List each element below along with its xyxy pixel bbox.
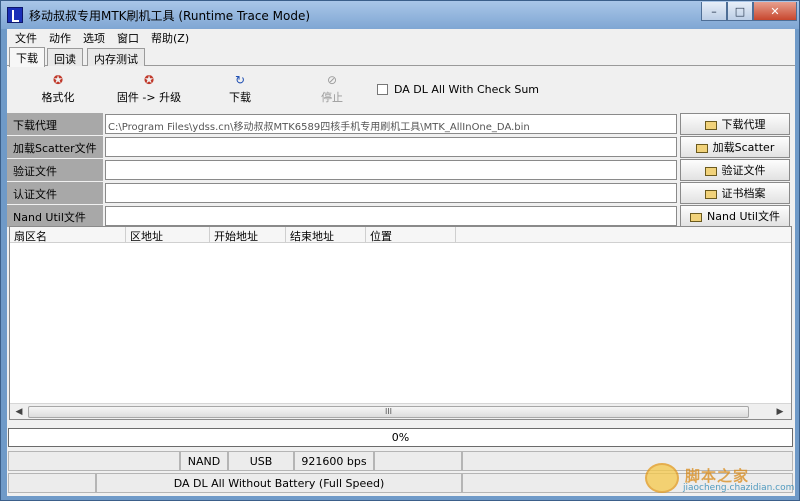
nand-util-button[interactable]: Nand Util文件 [680,205,790,227]
status-cell-empty-1 [8,451,180,471]
column-start-address[interactable]: 开始地址 [210,227,286,243]
folder-icon [704,166,717,176]
menu-window[interactable]: 窗口 [111,30,145,46]
title-bar: 移动叔叔专用MTK刷机工具 (Runtime Trace Mode) – □ ✕ [1,1,799,29]
format-label: 格式化 [41,91,75,104]
download-button[interactable]: ↻ 下载 [223,73,257,105]
row-nand-util: Nand Util文件 Nand Util文件 [7,205,795,227]
download-agent-field[interactable]: C:\Program Files\ydss.cn\移动叔叔MTK6589四核手机… [105,114,677,134]
watermark: 脚本之家 jiaocheng.chazidian.com [643,463,795,497]
tab-download[interactable]: 下载 [9,47,45,67]
format-button[interactable]: ✪ 格式化 [37,73,79,105]
firmware-upgrade-label: 固件 -> 升级 [116,91,182,104]
tab-memory-test[interactable]: 内存测试 [87,48,145,66]
download-agent-label: 下载代理 [7,113,103,135]
certificate-button-label: 证书档案 [721,187,766,200]
format-icon: ✪ [52,73,64,87]
status-mode: DA DL All Without Battery (Full Speed) [96,473,462,493]
list-header: 扇区名 区地址 开始地址 结束地址 位置 [10,227,791,243]
maximize-button[interactable]: □ [727,2,753,21]
certificate-button[interactable]: 证书档案 [680,182,790,204]
verify-label: 验证文件 [7,159,103,181]
download-icon: ↻ [234,73,246,87]
verify-field[interactable] [105,160,677,180]
partition-list[interactable]: 扇区名 区地址 开始地址 结束地址 位置 ◀ III ▶ [9,226,792,420]
scroll-left-icon[interactable]: ◀ [13,406,25,418]
checksum-checkbox[interactable]: DA DL All With Check Sum [377,83,539,96]
firmware-upgrade-button[interactable]: ✪ 固件 -> 升级 [111,73,187,105]
checkbox-box[interactable] [377,84,388,95]
verify-file-button-label: 验证文件 [721,164,766,177]
app-window: 移动叔叔专用MTK刷机工具 (Runtime Trace Mode) – □ ✕… [0,0,800,501]
stop-label: 停止 [321,91,343,104]
status-baud: 921600 bps [294,451,374,471]
stop-button[interactable]: ⊘ 停止 [315,73,349,105]
verify-file-button[interactable]: 验证文件 [680,159,790,181]
minimize-button[interactable]: – [701,2,727,21]
menu-bar: 文件 动作 选项 窗口 帮助(Z) [7,29,795,46]
status-cell-empty-2 [374,451,462,471]
status-nand: NAND [180,451,228,471]
download-label: 下载 [229,91,251,104]
auth-field[interactable] [105,183,677,203]
scroll-right-icon[interactable]: ▶ [774,406,786,418]
scatter-label: 加载Scatter文件 [7,136,103,158]
checkbox-label: DA DL All With Check Sum [394,83,540,96]
auth-label: 认证文件 [7,182,103,204]
folder-icon [704,120,717,130]
download-agent-button[interactable]: 下载代理 [680,113,790,135]
status-cell-empty-4 [8,473,96,493]
menu-file[interactable]: 文件 [9,30,43,46]
watermark-site: jiaocheng.chazidian.com [683,483,795,493]
load-scatter-button[interactable]: 加载Scatter [680,136,790,158]
firmware-upgrade-icon: ✪ [143,73,155,87]
status-usb: USB [228,451,294,471]
tab-readback[interactable]: 回读 [47,48,83,66]
column-sector-name[interactable]: 扇区名 [10,227,126,243]
row-verify: 验证文件 验证文件 [7,159,795,181]
folder-icon [704,189,717,199]
horizontal-scrollbar[interactable]: ◀ III ▶ [10,403,791,419]
nand-util-button-label: Nand Util文件 [707,210,780,223]
row-scatter: 加载Scatter文件 加载Scatter [7,136,795,158]
watermark-logo-icon [645,463,679,493]
load-scatter-button-label: 加载Scatter [712,141,775,154]
row-auth: 认证文件 证书档案 [7,182,795,204]
progress-bar: 0% [8,428,793,447]
column-region-address[interactable]: 区地址 [126,227,210,243]
toolbar: ✪ 格式化 ✪ 固件 -> 升级 ↻ 下载 ⊘ 停止 DA DL All Wit… [7,67,795,111]
scatter-field[interactable] [105,137,677,157]
menu-options[interactable]: 选项 [77,30,111,46]
app-icon [7,7,23,23]
close-button[interactable]: ✕ [753,2,797,21]
tab-strip: 下载 回读 内存测试 [7,47,795,67]
folder-icon [690,212,703,222]
menu-action[interactable]: 动作 [43,30,77,46]
row-download-agent: 下载代理 C:\Program Files\ydss.cn\移动叔叔MTK658… [7,113,795,135]
nand-util-label: Nand Util文件 [7,205,103,227]
menu-help[interactable]: 帮助(Z) [145,30,195,46]
folder-icon [695,143,708,153]
window-title: 移动叔叔专用MTK刷机工具 (Runtime Trace Mode) [29,9,311,23]
column-end-address[interactable]: 结束地址 [286,227,366,243]
column-location[interactable]: 位置 [366,227,456,243]
nand-util-field[interactable] [105,206,677,226]
stop-icon: ⊘ [326,73,338,87]
client-area: 文件 动作 选项 窗口 帮助(Z) 下载 回读 内存测试 ✪ 格式化 ✪ 固件 … [7,29,795,496]
scroll-thumb[interactable]: III [28,406,749,418]
download-agent-button-label: 下载代理 [721,118,766,131]
